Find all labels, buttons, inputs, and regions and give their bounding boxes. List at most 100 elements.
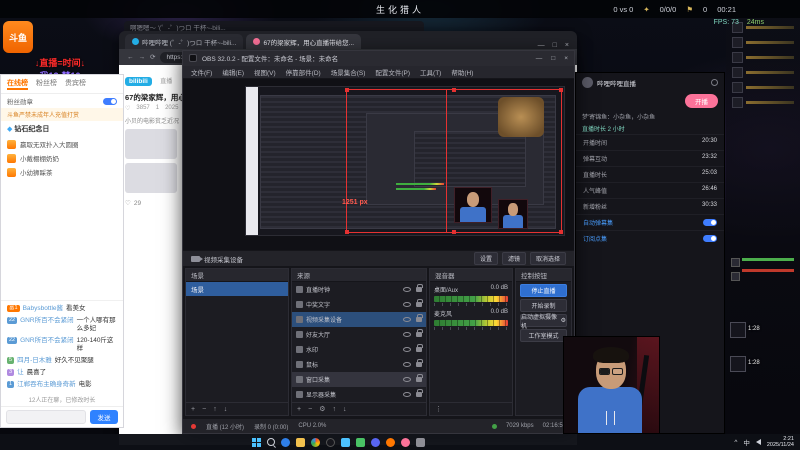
minimize-icon[interactable]: — xyxy=(538,42,545,49)
source-row-highlighted[interactable]: 视频采集设备 xyxy=(292,312,426,328)
sources-header[interactable]: 来源 xyxy=(292,269,426,283)
selection-handle[interactable] xyxy=(345,87,349,92)
browser-tab[interactable]: 哔哩哔哩 (゜-゜)つロ 干杯~-bili... xyxy=(125,34,244,49)
selection-handle[interactable] xyxy=(559,87,563,92)
video-thumbnail[interactable] xyxy=(125,163,177,193)
remove-source-icon[interactable]: − xyxy=(308,406,312,413)
go-live-button[interactable]: 开播 xyxy=(685,94,718,108)
start-button-icon[interactable] xyxy=(252,437,261,447)
search-icon[interactable] xyxy=(267,438,275,446)
chat-username[interactable]: 江郸吞布主确身奇新 xyxy=(17,381,76,389)
virtual-camera-settings-icon[interactable]: ⚙ xyxy=(561,317,566,324)
lock-icon[interactable] xyxy=(416,284,423,293)
remove-scene-icon[interactable]: − xyxy=(202,406,206,413)
bilibili-app-icon[interactable] xyxy=(401,437,410,447)
chat-username[interactable]: Babysbottle酱 xyxy=(23,305,63,313)
chat-username[interactable]: GNR所百不会紧闭 xyxy=(20,317,73,325)
bell-icon[interactable] xyxy=(711,79,718,86)
visibility-icon[interactable] xyxy=(403,362,411,368)
menu-tools[interactable]: 工具(T) xyxy=(420,67,441,77)
virtual-camera-button[interactable]: 启动虚拟摄像机 ⚙ xyxy=(520,314,567,330)
tab-online-rank[interactable]: 在线榜 xyxy=(7,78,28,90)
lock-icon[interactable] xyxy=(416,374,423,383)
controls-header[interactable]: 控制按钮 xyxy=(516,269,571,283)
forward-icon[interactable]: → xyxy=(139,54,146,61)
refresh-icon[interactable]: ⟳ xyxy=(150,53,155,61)
avatar[interactable] xyxy=(582,77,593,88)
obs-icon[interactable] xyxy=(326,437,335,447)
pinned-item[interactable]: 赢取无双扑入大圆圈 xyxy=(1,137,123,151)
menu-docks[interactable]: 停靠部件(D) xyxy=(286,67,321,77)
source-row[interactable]: 中奖文字 xyxy=(292,297,426,312)
source-properties-icon[interactable]: ⚙ xyxy=(319,405,325,413)
source-row[interactable]: 水印 xyxy=(292,342,426,357)
visibility-icon[interactable] xyxy=(403,317,411,323)
menu-view[interactable]: 视图(V) xyxy=(254,67,276,77)
tray-chevron-icon[interactable]: ^ xyxy=(734,439,737,446)
source-row[interactable]: 鼠标 xyxy=(292,357,426,372)
menu-help[interactable]: 帮助(H) xyxy=(451,67,473,77)
selection-handle[interactable] xyxy=(452,229,456,234)
start-recording-button[interactable]: 开始录制 xyxy=(520,299,567,313)
bilibili-logo[interactable]: bilibili xyxy=(125,77,152,86)
chrome-icon[interactable] xyxy=(311,437,320,447)
send-button[interactable]: 发送 xyxy=(90,410,118,424)
scene-down-icon[interactable]: ↓ xyxy=(224,406,228,413)
like-icon[interactable]: ♡ xyxy=(125,199,131,207)
settings-app-icon[interactable] xyxy=(416,437,425,447)
studio-mode-button[interactable]: 工作室模式 xyxy=(520,329,567,343)
douyu-app-icon[interactable] xyxy=(386,437,395,447)
visibility-icon[interactable] xyxy=(403,332,411,338)
pinned-item[interactable]: 小戴棚棚奶奶 xyxy=(1,151,123,165)
lock-icon[interactable] xyxy=(416,359,423,368)
visibility-icon[interactable] xyxy=(403,377,411,383)
maximize-icon[interactable]: □ xyxy=(551,55,555,62)
menu-scene-collection[interactable]: 场景集合(S) xyxy=(331,67,366,77)
obs-preview-area[interactable]: 1251 px xyxy=(183,78,574,251)
discord-icon[interactable] xyxy=(371,437,380,447)
visibility-icon[interactable] xyxy=(403,287,411,293)
menu-edit[interactable]: 编辑(E) xyxy=(222,67,244,77)
preview-canvas[interactable]: 1251 px xyxy=(245,85,565,236)
edge-icon[interactable] xyxy=(281,437,290,447)
fan-badge-toggle[interactable] xyxy=(103,97,117,105)
lock-icon[interactable] xyxy=(416,329,423,338)
selection-handle[interactable] xyxy=(452,87,456,92)
stop-streaming-button[interactable]: 停止直播 xyxy=(520,284,567,298)
chat-username[interactable]: GNR所百不会紧闭 xyxy=(20,337,73,345)
mixer-options-icon[interactable]: ⋮ xyxy=(435,405,442,413)
selection-handle[interactable] xyxy=(559,229,563,234)
add-source-icon[interactable]: + xyxy=(297,406,301,413)
browser-tab-active[interactable]: 67的梁家辉，用心直播带给您... xyxy=(246,34,362,49)
qq-icon[interactable] xyxy=(341,437,350,447)
maximize-icon[interactable]: □ xyxy=(553,42,557,49)
source-row[interactable]: 显示器采集 xyxy=(292,387,426,402)
tab-fans-rank[interactable]: 粉丝榜 xyxy=(36,78,57,90)
close-icon[interactable]: × xyxy=(564,55,568,62)
lock-icon[interactable] xyxy=(416,344,423,353)
selection-border[interactable] xyxy=(345,87,563,234)
taskbar-clock[interactable]: 2:21 2025/11/24 xyxy=(767,436,794,449)
obs-title-bar[interactable]: OBS 32.0.2 - 配置文件：未命名 - 场景：未命名 — □ × xyxy=(183,51,574,66)
visibility-icon[interactable] xyxy=(403,347,411,353)
menu-file[interactable]: 文件(F) xyxy=(191,67,212,77)
visibility-icon[interactable] xyxy=(403,392,411,398)
scenes-header[interactable]: 场景 xyxy=(186,269,288,283)
explorer-icon[interactable] xyxy=(296,437,305,447)
close-icon[interactable]: × xyxy=(565,42,569,49)
menu-profile[interactable]: 配置文件(P) xyxy=(375,67,410,77)
chat-input[interactable] xyxy=(6,410,86,424)
source-up-icon[interactable]: ↑ xyxy=(332,406,336,413)
chat-username[interactable]: 让 xyxy=(17,369,24,377)
volume-icon[interactable] xyxy=(755,439,761,445)
subscribe-toggle[interactable] xyxy=(703,235,717,242)
back-icon[interactable]: ← xyxy=(127,54,134,61)
tab-vip-rank[interactable]: 贵宾榜 xyxy=(65,78,86,90)
deselect-button[interactable]: 取消选择 xyxy=(529,252,566,266)
mixer-header[interactable]: 混音器 xyxy=(430,269,512,283)
source-settings-button[interactable]: 设置 xyxy=(473,252,498,266)
source-row-selected[interactable]: 窗口采集 xyxy=(292,372,426,388)
scene-up-icon[interactable]: ↑ xyxy=(213,406,217,413)
lock-icon[interactable] xyxy=(416,299,423,308)
source-filters-button[interactable]: 滤镜 xyxy=(501,252,526,266)
